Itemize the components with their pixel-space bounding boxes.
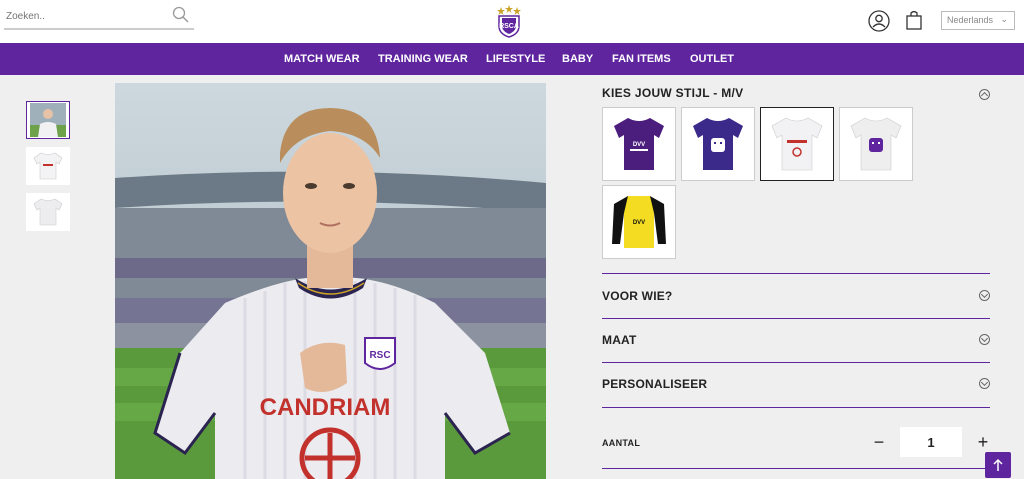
product-main-image[interactable]: CANDRIAM RSC [115, 83, 546, 479]
language-value: Nederlands [947, 15, 994, 25]
section-divider [602, 273, 990, 274]
nav-item-fan-items[interactable]: FAN ITEMS [612, 53, 671, 65]
search-bar [4, 6, 194, 30]
section-divider [602, 362, 990, 363]
main-nav: MATCH WEAR TRAINING WEAR LIFESTYLE BABY … [0, 43, 1024, 75]
search-icon[interactable] [172, 6, 190, 24]
gallery-thumbnail[interactable] [26, 193, 70, 231]
language-select[interactable]: Nederlands ⌄ [941, 11, 1015, 30]
expand-down-icon[interactable] [979, 334, 990, 345]
style-section-title: KIES JOUW STIJL - M/V [602, 86, 744, 100]
expand-down-icon[interactable] [979, 378, 990, 389]
nav-item-baby[interactable]: BABY [562, 53, 593, 65]
nav-item-lifestyle[interactable]: LIFESTYLE [486, 53, 545, 65]
style-swatch[interactable] [839, 107, 913, 181]
style-swatch-selected[interactable] [760, 107, 834, 181]
purple-shirt-image: DVV [614, 118, 664, 170]
search-input[interactable] [4, 6, 164, 27]
nav-item-outlet[interactable]: OUTLET [690, 53, 734, 65]
svg-text:DVV: DVV [633, 220, 645, 226]
yellow-keeper-shirt-image: DVV [612, 196, 666, 248]
gallery-thumbnail[interactable] [26, 147, 70, 185]
chevron-down-icon: ⌄ [1000, 14, 1008, 24]
quantity-decrease-button[interactable]: − [871, 432, 887, 452]
cart-bag-icon[interactable] [904, 9, 924, 31]
nav-item-training-wear[interactable]: TRAINING WEAR [378, 53, 468, 65]
section-voor-wie[interactable]: VOOR WIE? [602, 289, 672, 303]
svg-text:DVV: DVV [633, 142, 645, 148]
model-photo-thumbnail [30, 103, 66, 137]
shirt-front-thumbnail [33, 152, 63, 180]
style-swatch[interactable] [681, 107, 755, 181]
nav-item-match-wear[interactable]: MATCH WEAR [284, 53, 360, 65]
expand-down-icon[interactable] [979, 290, 990, 301]
section-divider [602, 468, 990, 469]
purple-logo-shirt-image [693, 118, 743, 170]
shirt-sponsor-text: CANDRIAM [260, 394, 391, 421]
account-icon[interactable] [868, 10, 890, 32]
white-sponsor-shirt-image [771, 117, 823, 171]
quantity-label: AANTAL [602, 438, 641, 448]
section-maat[interactable]: MAAT [602, 333, 637, 347]
svg-text:RSCA: RSCA [499, 23, 519, 30]
style-swatch[interactable]: DVV [602, 185, 676, 259]
section-personaliseer[interactable]: PERSONALISEER [602, 377, 707, 391]
model-wearing-shirt-photo: CANDRIAM RSC [115, 83, 546, 479]
svg-text:RSC: RSC [369, 350, 390, 361]
site-header: RSCA Nederlands ⌄ [0, 0, 1024, 43]
white-logo-shirt-image [850, 117, 902, 171]
collapse-up-icon[interactable] [979, 89, 990, 100]
shirt-back-thumbnail [33, 198, 63, 226]
style-swatch[interactable]: DVV [602, 107, 676, 181]
club-logo-icon[interactable]: RSCA [492, 4, 526, 38]
scroll-to-top-button[interactable] [985, 452, 1011, 478]
arrow-up-icon [993, 458, 1003, 471]
section-divider [602, 407, 990, 408]
quantity-increase-button[interactable]: + [975, 432, 991, 452]
gallery-thumbnail[interactable] [26, 101, 70, 139]
section-divider [602, 318, 990, 319]
quantity-input[interactable] [900, 427, 962, 457]
